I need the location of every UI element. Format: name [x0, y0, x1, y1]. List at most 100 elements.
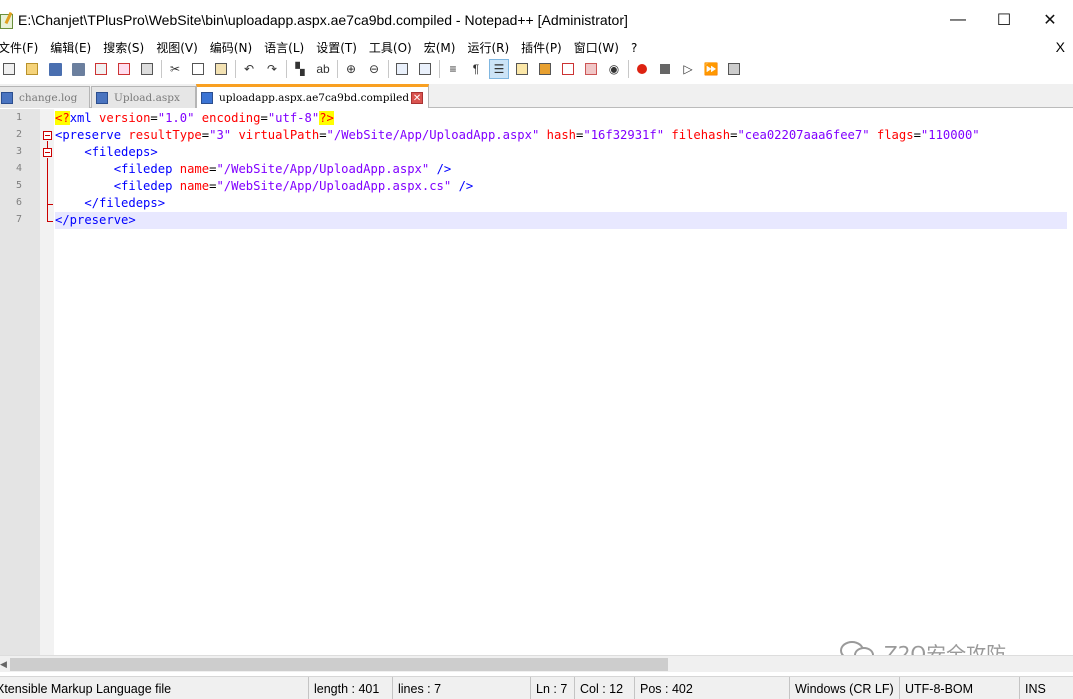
zoom-out-icon[interactable]: ⊖: [365, 60, 383, 78]
toolbar: ✂ ↶ ↷ ▚ ab ⊕ ⊖ ≡ ¶ ☰ ◉ ▷ ⏩: [0, 58, 1073, 80]
line-number: 3: [15, 146, 22, 157]
status-pos: Pos : 402: [634, 677, 789, 699]
tab-change-log[interactable]: change.log: [0, 86, 90, 108]
save-icon[interactable]: [46, 60, 64, 78]
save-macro-icon[interactable]: [725, 60, 743, 78]
notepad-plus-plus-icon: [0, 12, 16, 29]
status-eol: Windows (CR LF): [789, 677, 899, 699]
horizontal-scrollbar[interactable]: ◀: [0, 655, 1073, 672]
status-ln: Ln : 7: [530, 677, 574, 699]
menu-run[interactable]: 运行(R): [461, 39, 515, 56]
scroll-left-icon[interactable]: ◀: [0, 659, 7, 670]
code-line-2: <preserve resultType="3" virtualPath="/W…: [55, 128, 980, 142]
status-bar: Xtensible Markup Language file length : …: [0, 676, 1073, 699]
saved-file-icon: [96, 91, 108, 104]
title-bar: E:\Chanjet\TPlusPro\WebSite\bin\uploadap…: [0, 0, 1073, 40]
tab-uploadapp-compiled[interactable]: uploadapp.aspx.ae7ca9bd.compiled ✕: [196, 84, 429, 108]
print-icon[interactable]: [138, 60, 156, 78]
window-title: E:\Chanjet\TPlusPro\WebSite\bin\uploadap…: [18, 12, 628, 28]
paste-icon[interactable]: [212, 60, 230, 78]
code-line-5: <filedep name="/WebSite/App/UploadApp.as…: [113, 179, 474, 193]
fold-end-marker: [47, 221, 53, 222]
close-all-icon[interactable]: [115, 60, 133, 78]
replace-icon[interactable]: ab: [314, 60, 332, 78]
tab-upload-aspx[interactable]: Upload.aspx: [91, 86, 196, 108]
menu-tools[interactable]: 工具(O): [363, 39, 418, 56]
open-file-icon[interactable]: [23, 60, 41, 78]
menu-window[interactable]: 窗口(W): [568, 39, 625, 56]
menu-file[interactable]: 文件(F): [0, 39, 44, 56]
menu-bar: 文件(F) 编辑(E) 搜索(S) 视图(V) 编码(N) 语言(L) 设置(T…: [0, 38, 1073, 57]
status-lines: lines : 7: [392, 677, 530, 699]
menu-settings[interactable]: 设置(T): [310, 39, 363, 56]
monitoring-eye-icon[interactable]: ◉: [605, 60, 623, 78]
tab-close-icon[interactable]: ✕: [411, 91, 424, 104]
folder-as-workspace-icon[interactable]: [559, 60, 577, 78]
window-controls: — ☐ ✕: [935, 0, 1073, 40]
menu-encoding[interactable]: 编码(N): [204, 39, 258, 56]
undo-icon[interactable]: ↶: [240, 60, 258, 78]
line-number-gutter: 1 2 3 4 5 6 7: [0, 109, 40, 655]
word-wrap-icon[interactable]: ≡: [444, 60, 462, 78]
menu-plugins[interactable]: 插件(P): [515, 39, 568, 56]
status-encoding: UTF-8-BOM: [899, 677, 1019, 699]
tab-label: Upload.aspx: [114, 91, 180, 104]
play-macro-icon[interactable]: ▷: [679, 60, 697, 78]
saved-file-icon: [1, 91, 13, 104]
line-number: 2: [15, 129, 22, 140]
status-length: length : 401: [308, 677, 392, 699]
code-line-6: </filedeps>: [84, 196, 166, 210]
redo-icon[interactable]: ↷: [263, 60, 281, 78]
menu-view[interactable]: 视图(V): [150, 39, 204, 56]
line-number: 6: [15, 197, 22, 208]
line-number: 4: [15, 163, 22, 174]
stop-macro-icon[interactable]: [656, 60, 674, 78]
status-language: Xtensible Markup Language file: [0, 681, 172, 696]
editor-area[interactable]: 1 2 3 4 5 6 7 <?xml version="1.0" encodi…: [0, 109, 1073, 655]
save-all-icon[interactable]: [69, 60, 87, 78]
close-button[interactable]: ✕: [1027, 0, 1073, 40]
menu-macro[interactable]: 宏(M): [418, 39, 462, 56]
line-number: 1: [15, 112, 22, 123]
find-icon[interactable]: ▚: [291, 60, 309, 78]
function-list-icon[interactable]: [536, 60, 554, 78]
fold-toggle-icon[interactable]: [43, 131, 52, 140]
copy-icon[interactable]: [189, 60, 207, 78]
zoom-in-icon[interactable]: ⊕: [342, 60, 360, 78]
menu-edit[interactable]: 编辑(E): [44, 39, 97, 56]
tab-label: uploadapp.aspx.ae7ca9bd.compiled: [219, 91, 410, 104]
sync-vertical-icon[interactable]: [393, 60, 411, 78]
tab-label: change.log: [19, 91, 78, 104]
menu-help[interactable]: ?: [625, 41, 643, 55]
line-number: 5: [15, 180, 22, 191]
line-number: 7: [15, 214, 22, 225]
menu-search[interactable]: 搜索(S): [97, 39, 150, 56]
fold-toggle-icon[interactable]: [43, 148, 52, 157]
status-insert-mode: INS: [1019, 677, 1073, 699]
status-col: Col : 12: [574, 677, 634, 699]
close-document-button[interactable]: X: [1056, 39, 1065, 55]
indent-guide-icon[interactable]: ☰: [489, 59, 509, 79]
tab-bar: change.log Upload.aspx uploadapp.aspx.ae…: [0, 84, 1073, 108]
record-macro-icon[interactable]: [633, 60, 651, 78]
code-line-4: <filedep name="/WebSite/App/UploadApp.as…: [113, 162, 452, 176]
code-line-7: </preserve>: [55, 213, 136, 227]
scrollbar-thumb[interactable]: [10, 658, 668, 671]
minimize-button[interactable]: —: [935, 0, 981, 40]
code-line-1: <?xml version="1.0" encoding="utf-8"?>: [55, 111, 334, 125]
new-file-icon[interactable]: [0, 60, 18, 78]
cut-icon[interactable]: ✂: [166, 60, 184, 78]
show-all-chars-icon[interactable]: ¶: [467, 60, 485, 78]
fold-line: [47, 158, 48, 221]
fold-end-marker: [47, 204, 53, 205]
sync-horizontal-icon[interactable]: [416, 60, 434, 78]
menu-language[interactable]: 语言(L): [258, 39, 310, 56]
code-line-3: <filedeps>: [84, 145, 158, 159]
close-file-icon[interactable]: [92, 60, 110, 78]
folder-icon[interactable]: [582, 60, 600, 78]
fold-line: [47, 141, 48, 148]
run-macro-multiple-icon[interactable]: ⏩: [702, 60, 720, 78]
saved-file-icon: [201, 91, 213, 104]
doc-map-icon[interactable]: [513, 60, 531, 78]
maximize-button[interactable]: ☐: [981, 0, 1027, 40]
